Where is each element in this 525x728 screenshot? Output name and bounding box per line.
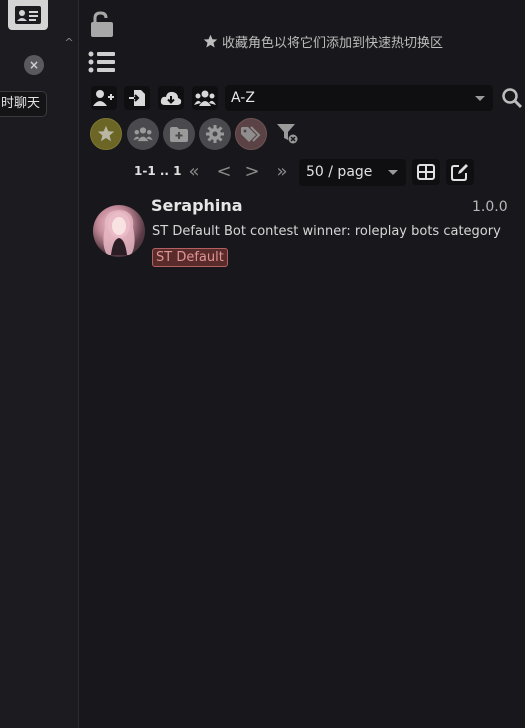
search-button[interactable] bbox=[501, 87, 523, 109]
cloud-download-icon bbox=[160, 91, 182, 105]
character-description: ST Default Bot contest winner: roleplay … bbox=[152, 224, 501, 239]
collapse-chevron-icon[interactable]: ^ bbox=[62, 36, 76, 50]
per-page-select[interactable]: 50 / page bbox=[299, 159, 406, 186]
dropdown-caret-icon bbox=[475, 96, 485, 101]
filter-clear-icon bbox=[277, 124, 298, 144]
filter-folders[interactable] bbox=[163, 118, 195, 150]
character-avatar bbox=[93, 205, 145, 257]
left-panel: ^ × 时聊天 bbox=[0, 0, 79, 728]
character-card-tab[interactable] bbox=[8, 0, 48, 30]
group-icon bbox=[194, 90, 216, 106]
avatar-image bbox=[103, 210, 135, 255]
lock-open-button[interactable] bbox=[88, 10, 116, 38]
create-character-button[interactable] bbox=[91, 86, 117, 110]
last-page-button[interactable]: » bbox=[271, 161, 293, 183]
grid-view-button[interactable] bbox=[412, 159, 440, 185]
character-card-icon bbox=[15, 6, 41, 24]
edit-icon bbox=[451, 164, 468, 181]
favorites-hint: 收藏角色以将它们添加到快速热切换区 bbox=[203, 32, 443, 51]
list-view-button[interactable] bbox=[88, 50, 116, 74]
per-page-value: 50 / page bbox=[306, 164, 373, 180]
create-group-button[interactable] bbox=[192, 86, 218, 110]
character-version: 1.0.0 bbox=[472, 199, 508, 215]
sort-order-select[interactable]: A-Z bbox=[225, 85, 493, 111]
import-character-button[interactable] bbox=[124, 86, 150, 110]
clear-filters-button[interactable] bbox=[277, 124, 299, 144]
filter-groups[interactable] bbox=[127, 118, 159, 150]
search-icon bbox=[502, 88, 523, 109]
star-icon bbox=[97, 125, 115, 142]
tags-icon bbox=[241, 125, 261, 142]
character-tag[interactable]: ST Default bbox=[152, 248, 228, 267]
bulk-edit-button[interactable] bbox=[446, 159, 474, 185]
sort-order-value: A-Z bbox=[231, 90, 255, 106]
temp-chat-button[interactable]: 时聊天 bbox=[0, 91, 48, 117]
prev-page-button[interactable]: < bbox=[213, 161, 235, 183]
next-page-button[interactable]: > bbox=[241, 161, 263, 183]
filter-settings[interactable] bbox=[199, 118, 231, 150]
group-icon bbox=[133, 127, 153, 142]
favorites-hint-text: 收藏角色以将它们添加到快速热切换区 bbox=[222, 36, 444, 51]
grid-icon bbox=[417, 164, 435, 180]
star-icon bbox=[203, 34, 218, 48]
list-icon bbox=[88, 51, 115, 73]
folder-plus-icon bbox=[170, 126, 188, 142]
pagination-range: 1-1 .. 1 bbox=[134, 164, 182, 178]
dropdown-caret-icon bbox=[388, 170, 398, 175]
filter-tags[interactable] bbox=[235, 118, 267, 150]
external-import-button[interactable] bbox=[158, 86, 184, 110]
gear-icon bbox=[206, 125, 224, 143]
add-user-icon bbox=[93, 90, 114, 106]
lock-open-icon bbox=[91, 11, 113, 37]
first-page-button[interactable]: « bbox=[183, 161, 205, 183]
character-name: Seraphina bbox=[151, 196, 243, 215]
import-icon bbox=[129, 90, 145, 106]
filter-favorites[interactable] bbox=[90, 118, 122, 150]
close-chat-button[interactable]: × bbox=[24, 55, 44, 75]
